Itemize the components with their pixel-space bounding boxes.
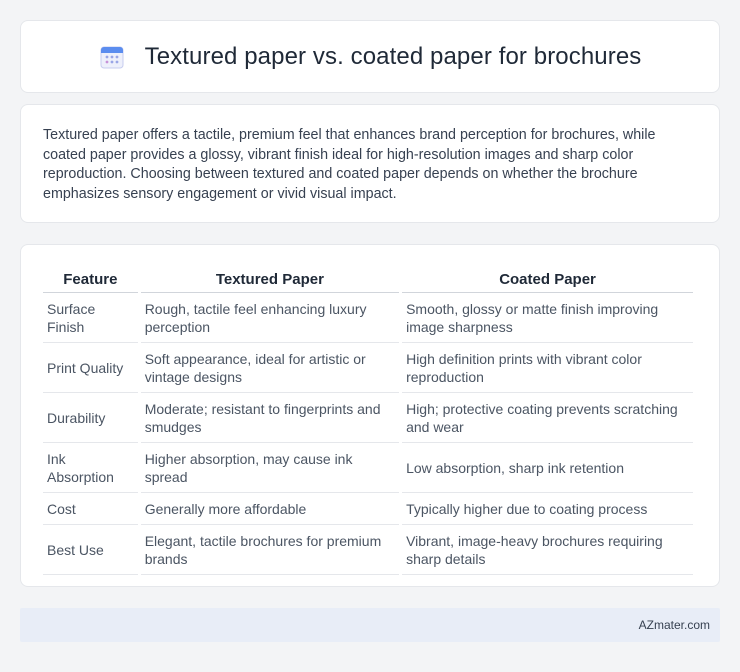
header-feature: Feature (43, 267, 138, 293)
cell-coated: Typically higher due to coating process (402, 493, 693, 525)
cell-textured: Rough, tactile feel enhancing luxury per… (140, 293, 400, 343)
cell-feature: Cost (43, 493, 138, 525)
footer: AZmater.com (20, 608, 720, 642)
cell-feature: Surface Finish (43, 293, 138, 343)
cell-coated: High; protective coating prevents scratc… (402, 393, 693, 443)
cell-coated: Smooth, glossy or matte finish improving… (402, 293, 693, 343)
table-row: Print Quality Soft appearance, ideal for… (43, 343, 693, 393)
cell-coated: Low absorption, sharp ink retention (402, 443, 693, 493)
summary-card: Textured paper offers a tactile, premium… (20, 104, 720, 223)
title-card: Textured paper vs. coated paper for broc… (20, 20, 720, 93)
summary-text: Textured paper offers a tactile, premium… (43, 127, 656, 203)
cell-feature: Best Use (43, 525, 138, 575)
comparison-card: Feature Textured Paper Coated Paper Surf… (20, 244, 720, 587)
cell-textured: Soft appearance, ideal for artistic or v… (140, 343, 400, 393)
cell-textured: Generally more affordable (140, 493, 400, 525)
cell-feature: Print Quality (43, 343, 138, 393)
cell-textured: Moderate; resistant to fingerprints and … (140, 393, 400, 443)
table-row: Durability Moderate; resistant to finger… (43, 393, 693, 443)
table-row: Best Use Elegant, tactile brochures for … (43, 525, 693, 575)
header-coated: Coated Paper (402, 267, 693, 293)
table-row: Surface Finish Rough, tactile feel enhan… (43, 293, 693, 343)
cell-feature: Durability (43, 393, 138, 443)
header-textured: Textured Paper (140, 267, 400, 293)
comparison-table: Feature Textured Paper Coated Paper Surf… (40, 267, 696, 575)
title-wrap: Textured paper vs. coated paper for broc… (99, 43, 642, 71)
footer-site-link[interactable]: AZmater.com (639, 618, 710, 632)
calendar-icon (99, 44, 125, 70)
cell-feature: Ink Absorption (43, 443, 138, 493)
table-row: Ink Absorption Higher absorption, may ca… (43, 443, 693, 493)
cell-textured: Higher absorption, may cause ink spread (140, 443, 400, 493)
cell-textured: Elegant, tactile brochures for premium b… (140, 525, 400, 575)
cell-coated: Vibrant, image-heavy brochures requiring… (402, 525, 693, 575)
cell-coated: High definition prints with vibrant colo… (402, 343, 693, 393)
table-row: Cost Generally more affordable Typically… (43, 493, 693, 525)
table-header-row: Feature Textured Paper Coated Paper (43, 267, 693, 293)
page-title: Textured paper vs. coated paper for broc… (144, 42, 642, 70)
